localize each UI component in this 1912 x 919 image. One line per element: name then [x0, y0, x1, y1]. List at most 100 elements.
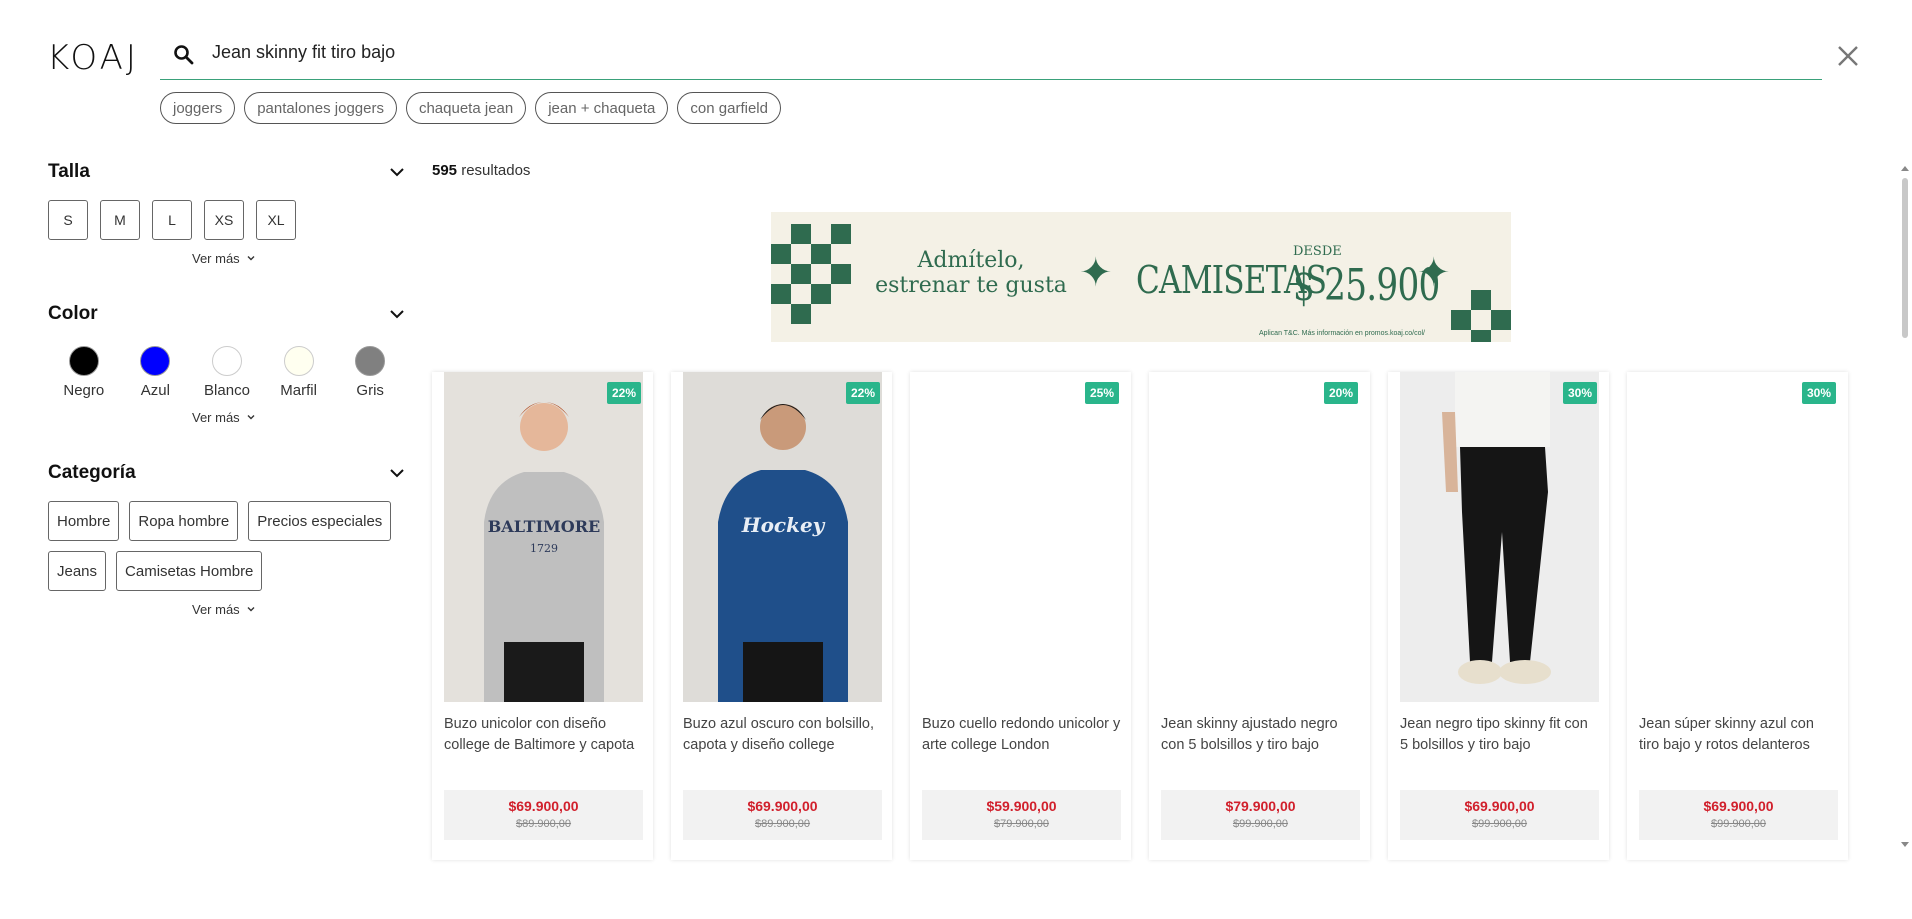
scroll-down-icon[interactable] [1901, 842, 1909, 847]
product-name[interactable]: Jean negro tipo skinny fit con 5 bolsill… [1400, 714, 1599, 756]
price-original: $79.900,00 [993, 818, 1050, 830]
color-label: Blanco [204, 382, 250, 399]
color-label: Azul [140, 382, 170, 399]
chevron-down-icon[interactable] [388, 163, 406, 181]
price-original: $89.900,00 [754, 818, 811, 830]
size-option-xs[interactable]: XS [204, 200, 244, 240]
product-card[interactable]: Hockey 22% Buzo azul oscuro con bolsillo… [671, 372, 892, 860]
product-image[interactable] [1400, 372, 1599, 702]
product-card[interactable]: 30% Jean súper skinny azul con tiro bajo… [1627, 372, 1848, 860]
color-option-negro[interactable]: Negro [48, 346, 120, 399]
search-icon[interactable] [172, 43, 196, 67]
banner-line1: Admítelo, [917, 248, 1025, 273]
promo-banner[interactable]: Admítelo, estrenar te gusta ✦ CAMISETAS … [771, 212, 1511, 342]
color-options: Negro Azul Blanco Marfil Gris [48, 346, 406, 399]
search-bar [160, 36, 1822, 80]
size-option-xl[interactable]: XL [256, 200, 296, 240]
product-grid: BALTIMORE 1729 22% Buzo unicolor con dis… [432, 372, 1848, 860]
suggestion-chip[interactable]: pantalones joggers [244, 92, 397, 124]
ver-mas-talla[interactable]: Ver más [192, 250, 406, 266]
category-option-jeans[interactable]: Jeans [48, 551, 107, 591]
suggestion-chip[interactable]: chaqueta jean [405, 92, 527, 124]
price-original: $99.900,00 [1232, 818, 1289, 830]
price-box: $69.900,00 $99.900,00 [1400, 790, 1599, 840]
price-box: $69.900,00 $89.900,00 [444, 790, 643, 840]
product-card[interactable]: 25% Buzo cuello redondo unicolor y arte … [910, 372, 1131, 860]
filter-categoria-header[interactable]: Categoría [48, 461, 406, 485]
price-current: $69.900,00 [1703, 798, 1774, 814]
product-image[interactable] [922, 372, 1121, 702]
suggestion-chip[interactable]: con garfield [677, 92, 781, 124]
price-original: $99.900,00 [1710, 818, 1767, 830]
black-jeans-image [1400, 372, 1599, 702]
product-image[interactable] [1161, 372, 1360, 702]
filter-color-header[interactable]: Color [48, 302, 406, 326]
scroll-up-icon[interactable] [1901, 166, 1909, 171]
color-option-azul[interactable]: Azul [120, 346, 192, 399]
product-name[interactable]: Jean súper skinny azul con tiro bajo y r… [1639, 714, 1838, 756]
size-option-s[interactable]: S [48, 200, 88, 240]
product-card[interactable]: 20% Jean skinny ajustado negro con 5 bol… [1149, 372, 1370, 860]
color-swatch [355, 346, 386, 376]
star-icon: ✦ [1417, 251, 1451, 295]
scroll-thumb[interactable] [1902, 178, 1908, 338]
price-current: $69.900,00 [508, 798, 579, 814]
filter-title: Color [48, 303, 98, 324]
header: KOAJ joggers pantalones joggers chaqueta… [0, 0, 1912, 140]
price-box: $69.900,00 $99.900,00 [1639, 790, 1838, 840]
product-card[interactable]: BALTIMORE 1729 22% Buzo unicolor con dis… [432, 372, 653, 860]
size-option-m[interactable]: M [100, 200, 140, 240]
size-option-l[interactable]: L [152, 200, 192, 240]
price-current: $59.900,00 [986, 798, 1057, 814]
chevron-down-icon[interactable] [388, 305, 406, 323]
scrollbar[interactable] [1898, 160, 1912, 850]
close-icon[interactable] [1836, 44, 1860, 68]
filter-title: Talla [48, 161, 90, 182]
discount-badge: 22% [845, 382, 880, 404]
color-option-gris[interactable]: Gris [334, 346, 406, 399]
suggestion-chip[interactable]: jean + chaqueta [535, 92, 669, 124]
koaj-logo[interactable]: KOAJ [47, 38, 139, 78]
filter-title: Categoría [48, 462, 136, 483]
category-options: Hombre Ropa hombre Precios especiales Je… [48, 501, 418, 591]
color-label: Gris [356, 382, 384, 399]
size-options: S M L XS XL [48, 200, 406, 240]
color-option-blanco[interactable]: Blanco [191, 346, 263, 399]
suggestion-chip[interactable]: joggers [160, 92, 236, 124]
chevron-down-icon [247, 607, 255, 612]
product-image[interactable] [1639, 372, 1838, 702]
product-image[interactable]: Hockey [683, 372, 882, 702]
product-name[interactable]: Buzo azul oscuro con bolsillo, capota y … [683, 714, 882, 756]
discount-badge: 30% [1801, 382, 1836, 404]
product-card[interactable]: 30% Jean negro tipo skinny fit con 5 bol… [1388, 372, 1609, 860]
ver-mas-color[interactable]: Ver más [192, 409, 406, 425]
price-original: $99.900,00 [1471, 818, 1528, 830]
color-swatch [140, 346, 171, 376]
product-name[interactable]: Jean skinny ajustado negro con 5 bolsill… [1161, 714, 1360, 756]
category-option-ropa-hombre[interactable]: Ropa hombre [129, 501, 239, 541]
filter-color: Color Negro Azul Blanco Marfil Gris Ver … [48, 302, 406, 425]
chevron-down-icon[interactable] [388, 464, 406, 482]
discount-badge: 30% [1562, 382, 1597, 404]
category-option-hombre[interactable]: Hombre [48, 501, 120, 541]
category-option-precios-especiales[interactable]: Precios especiales [248, 501, 392, 541]
ver-mas-categoria[interactable]: Ver más [192, 601, 406, 617]
filter-talla-header[interactable]: Talla [48, 160, 406, 184]
color-option-marfil[interactable]: Marfil [263, 346, 335, 399]
grey-hoodie-image: BALTIMORE 1729 [444, 372, 643, 702]
color-label: Negro [63, 382, 105, 399]
search-input[interactable] [212, 42, 1712, 63]
color-swatch [283, 346, 314, 376]
product-image[interactable]: BALTIMORE 1729 [444, 372, 643, 702]
product-name[interactable]: Buzo unicolor con diseño college de Balt… [444, 714, 643, 756]
results-label: resultados [457, 162, 531, 179]
banner-line2: estrenar te gusta [875, 273, 1067, 298]
discount-badge: 20% [1323, 382, 1358, 404]
chevron-down-icon [247, 415, 255, 420]
banner-legal: Aplican T&C. Más información en promos.k… [1259, 330, 1425, 337]
star-icon: ✦ [1079, 251, 1113, 295]
filters-sidebar: Talla S M L XS XL Ver más Color Negro Az… [48, 160, 406, 645]
svg-text:1729: 1729 [530, 542, 558, 555]
product-name[interactable]: Buzo cuello redondo unicolor y arte coll… [922, 714, 1121, 756]
category-option-camisetas-hombre[interactable]: Camisetas Hombre [116, 551, 263, 591]
